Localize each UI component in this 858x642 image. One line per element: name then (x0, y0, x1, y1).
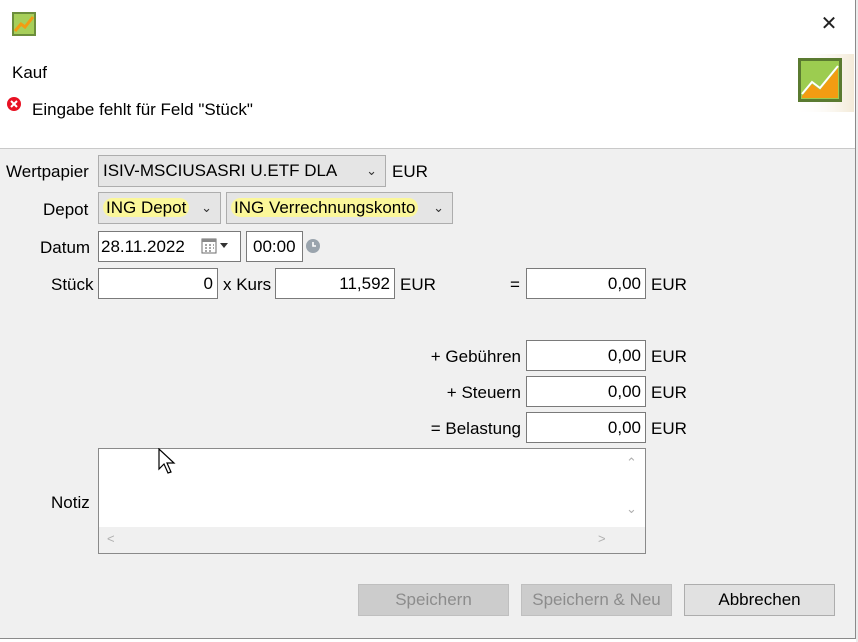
debit-field[interactable]: 0,00 (526, 412, 646, 443)
date-field-value: 28.11.2022 (101, 237, 185, 256)
fees-input[interactable]: 0,00 (526, 340, 646, 371)
date-label: Datum (40, 238, 91, 257)
clock-icon[interactable] (305, 238, 321, 254)
security-select-value: ISIV-MSCIUSASRI U.ETF DLA (103, 161, 338, 180)
shares-input[interactable]: 0 (98, 268, 218, 299)
equals-sign: = (510, 275, 520, 294)
chevron-down-icon: ⌄ (201, 200, 212, 215)
scroll-down-arrow-icon[interactable]: ⌄ (626, 501, 637, 517)
error-circle-icon (6, 96, 22, 112)
portfolio-chart-icon (12, 12, 36, 36)
total-value-field[interactable]: 0,00 (526, 268, 646, 299)
title-bar (0, 0, 855, 48)
shares-input-value: 0 (203, 274, 213, 293)
scroll-right-arrow-icon[interactable]: > (598, 531, 606, 546)
debit-currency: EUR (651, 419, 687, 438)
security-currency: EUR (392, 162, 428, 181)
price-currency: EUR (400, 275, 436, 294)
cancel-button[interactable]: Abbrechen (684, 584, 835, 616)
chevron-down-icon: ⌄ (366, 163, 377, 178)
taxes-currency: EUR (651, 383, 687, 402)
account-select-value: ING Verrechnungskonto (231, 198, 419, 217)
fees-label: + Gebühren (430, 347, 521, 366)
fees-currency: EUR (651, 347, 687, 366)
total-currency: EUR (651, 275, 687, 294)
depot-select-value: ING Depot (103, 198, 190, 217)
calendar-icon[interactable] (201, 237, 231, 255)
account-select[interactable]: ING Verrechnungskonto ⌄ (226, 192, 453, 224)
dialog-title: Kauf (12, 63, 47, 82)
chevron-down-icon: ⌄ (433, 200, 444, 215)
close-icon[interactable]: ✕ (812, 8, 846, 40)
debit-value: 0,00 (607, 418, 641, 437)
security-select[interactable]: ISIV-MSCIUSASRI U.ETF DLA ⌄ (98, 155, 386, 187)
fees-input-value: 0,00 (607, 346, 641, 365)
portfolio-logo-icon (794, 54, 854, 112)
note-label: Notiz (51, 493, 90, 512)
taxes-label: + Steuern (446, 383, 521, 402)
security-label: Wertpapier (6, 162, 89, 181)
mouse-pointer-icon (158, 447, 178, 476)
depot-select[interactable]: ING Depot ⌄ (98, 192, 221, 224)
shares-label: Stück (51, 275, 94, 294)
scroll-left-arrow-icon[interactable]: < (107, 531, 115, 546)
debit-label: = Belastung (430, 419, 521, 438)
price-input-value: 11,592 (339, 274, 390, 293)
error-message: Eingabe fehlt für Feld "Stück" (32, 100, 253, 119)
note-horizontal-scrollbar[interactable]: < > (99, 527, 645, 553)
depot-label: Depot (43, 200, 89, 219)
price-label: x Kurs (223, 275, 272, 294)
save-and-new-button[interactable]: Speichern & Neu (521, 584, 672, 616)
scroll-up-arrow-icon[interactable]: ⌃ (626, 455, 637, 471)
note-vertical-scrollbar[interactable]: ⌃ ⌄ (619, 449, 645, 527)
total-value: 0,00 (607, 274, 641, 293)
taxes-input[interactable]: 0,00 (526, 376, 646, 407)
price-input[interactable]: 11,592 (275, 268, 395, 299)
save-button[interactable]: Speichern (358, 584, 509, 616)
header-area (0, 48, 855, 149)
taxes-input-value: 0,00 (607, 382, 641, 401)
time-field-value: 00:00 (253, 237, 296, 256)
time-field[interactable]: 00:00 (246, 231, 303, 262)
